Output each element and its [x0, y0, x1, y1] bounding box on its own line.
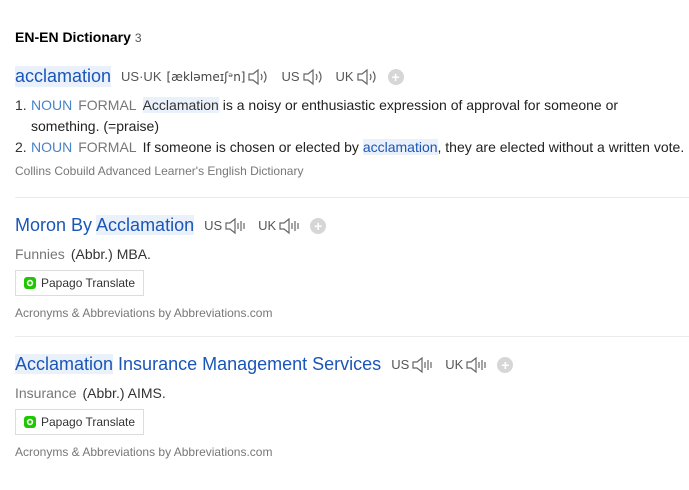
section-title: EN-EN Dictionary 3	[15, 29, 142, 45]
category-label: Funnies	[15, 246, 65, 262]
speaker-icon[interactable]	[411, 356, 435, 374]
part-of-speech: NOUN	[31, 139, 73, 155]
sense-body: NOUN FORMAL If someone is chosen or electe…	[31, 137, 689, 158]
papago-icon	[24, 277, 36, 289]
definition-text-before: If someone is chosen or elected by	[142, 139, 363, 155]
headword-link[interactable]: Moron By Acclamation	[15, 215, 195, 236]
entry-head: Acclamation Insurance Management Service…	[15, 354, 689, 375]
sense-number: 2.	[15, 139, 27, 155]
headword-link[interactable]: acclamation	[15, 66, 112, 87]
abbreviation-line: Funnies (Abbr.) MBA.	[15, 246, 689, 262]
papago-label: Papago Translate	[41, 276, 136, 290]
category-label: Insurance	[15, 385, 77, 401]
us-label: US	[204, 218, 223, 233]
divider	[15, 197, 689, 198]
sense-body: NOUN FORMAL Acclamation is a noisy or enth…	[31, 95, 689, 137]
headword-highlight: Acclamation	[96, 215, 195, 235]
sense-item: 1. NOUN FORMAL Acclamation is a noisy or e…	[15, 95, 689, 137]
pron-us: US	[204, 217, 248, 235]
headword-link[interactable]: Acclamation Insurance Management Service…	[15, 354, 381, 375]
us-label: US	[391, 357, 410, 372]
register-label: FORMAL	[78, 97, 137, 113]
headword-plain: Insurance Management Services	[113, 354, 382, 374]
headword-plain: Moron By	[15, 215, 97, 235]
entry-acclamation: acclamation US·UK [ækləmeɪʃᵊn] US UK + 1…	[15, 66, 689, 178]
divider	[15, 336, 689, 337]
entry-head: acclamation US·UK [ækləmeɪʃᵊn] US UK +	[15, 66, 689, 87]
uk-label: UK	[335, 69, 354, 84]
pron-uk: UK	[445, 356, 489, 374]
papago-translate-button[interactable]: Papago Translate	[15, 270, 145, 296]
phonetic: [ækləmeɪʃᵊn]	[166, 69, 246, 84]
pron-label: US·UK	[121, 69, 162, 84]
abbreviation-text: (Abbr.) MBA.	[70, 246, 151, 262]
highlighted-term: Acclamation	[142, 97, 219, 113]
pron-us-uk: US·UK [ækləmeɪʃᵊn]	[121, 68, 271, 86]
part-of-speech: NOUN	[31, 97, 73, 113]
sense-number: 1.	[15, 97, 27, 113]
abbreviation-line: Insurance (Abbr.) AIMS.	[15, 385, 689, 401]
entry-aims: Acclamation Insurance Management Service…	[15, 354, 689, 459]
speaker-icon[interactable]	[465, 356, 489, 374]
pron-us: US	[391, 356, 435, 374]
add-wordbook-button[interactable]: +	[497, 356, 514, 373]
abbreviation-text: (Abbr.) AIMS.	[82, 385, 166, 401]
highlighted-term-link[interactable]: acclamation	[362, 139, 438, 155]
papago-translate-button[interactable]: Papago Translate	[15, 409, 145, 435]
papago-label: Papago Translate	[41, 415, 136, 429]
source-label: Acronyms & Abbreviations by Abbreviation…	[15, 445, 273, 459]
entry-head: Moron By Acclamation US UK +	[15, 215, 689, 236]
us-label: US	[281, 69, 300, 84]
source-label: Acronyms & Abbreviations by Abbreviation…	[15, 306, 273, 320]
speaker-icon[interactable]	[302, 68, 326, 86]
headword-highlight: Acclamation	[15, 354, 114, 374]
speaker-icon[interactable]	[247, 68, 271, 86]
pron-uk: UK	[336, 68, 380, 86]
papago-icon	[24, 416, 36, 428]
speaker-icon[interactable]	[224, 217, 248, 235]
uk-label: UK	[258, 218, 277, 233]
result-count: 3	[134, 31, 142, 45]
speaker-icon[interactable]	[278, 217, 302, 235]
sense-list: 1. NOUN FORMAL Acclamation is a noisy or e…	[15, 95, 689, 158]
register-label: FORMAL	[78, 139, 137, 155]
add-wordbook-button[interactable]: +	[310, 217, 327, 234]
definition-text-after: , they are elected without a written vot…	[437, 139, 685, 155]
entry-moron-by-acclamation: Moron By Acclamation US UK + Funnies (Abb…	[15, 215, 689, 320]
speaker-icon[interactable]	[356, 68, 380, 86]
pron-uk: UK	[258, 217, 302, 235]
add-wordbook-button[interactable]: +	[387, 68, 404, 85]
source-label: Collins Cobuild Advanced Learner's Engli…	[15, 164, 304, 178]
sense-item: 2. NOUN FORMAL If someone is chosen or ele…	[15, 137, 689, 158]
section-title-text: EN-EN Dictionary	[15, 29, 131, 45]
pron-us: US	[281, 68, 325, 86]
uk-label: UK	[445, 357, 464, 372]
